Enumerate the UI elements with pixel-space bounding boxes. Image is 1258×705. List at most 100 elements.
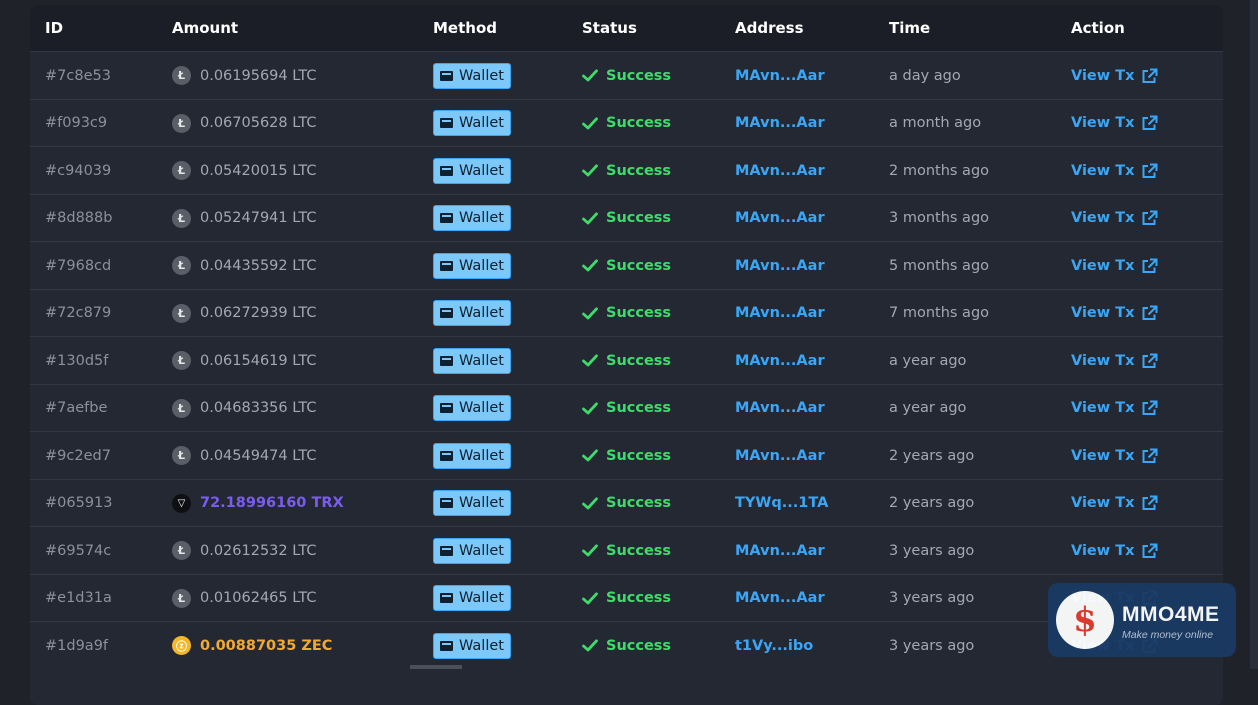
method-label: Wallet [459, 447, 504, 464]
header-method: Method [433, 19, 497, 37]
view-tx-link[interactable]: View Tx [1071, 527, 1158, 574]
view-tx-link[interactable]: View Tx [1071, 147, 1158, 194]
view-tx-link[interactable]: View Tx [1071, 195, 1158, 242]
view-tx-label: View Tx [1071, 257, 1135, 274]
check-icon [582, 354, 598, 367]
wallet-icon [440, 355, 453, 366]
external-link-icon [1141, 543, 1158, 559]
wallet-icon [440, 403, 453, 413]
row-status: Success [582, 242, 671, 289]
external-link-icon [1141, 115, 1158, 131]
method-label: Wallet [459, 590, 504, 606]
status-label: Success [606, 447, 672, 464]
method-badge: Wallet [433, 537, 511, 564]
row-amount: Ł 0.06154619 LTC [172, 337, 316, 384]
external-link-icon [1141, 163, 1158, 179]
row-address-link[interactable]: MAvn...Aar [735, 385, 825, 432]
row-address-link[interactable]: MAvn...Aar [735, 290, 825, 337]
litecoin-icon: Ł [172, 161, 191, 180]
status-label: Success [606, 495, 672, 511]
wallet-icon [440, 70, 453, 81]
table-row: #7c8e53 Ł 0.06195694 LTC Wallet Success MAvn.… [30, 51, 1223, 99]
row-status: Success [582, 432, 671, 479]
header-status: Status [582, 19, 637, 37]
header-action: Action [1071, 19, 1125, 37]
method-badge: Wallet [433, 347, 511, 374]
amount-value: 0.04549474 LTC [200, 447, 317, 464]
wallet-icon [440, 260, 453, 271]
view-tx-link[interactable]: View Tx [1071, 290, 1158, 337]
row-address-link[interactable]: TYWq...1TA [735, 480, 828, 527]
row-address-link[interactable]: MAvn...Aar [735, 147, 825, 194]
view-tx-link[interactable]: View Tx [1071, 52, 1158, 99]
table-row: #c94039 Ł 0.05420015 LTC Wallet Success MAvn.… [30, 146, 1223, 194]
view-tx-link[interactable]: View Tx [1071, 432, 1158, 479]
check-icon [582, 401, 598, 415]
row-address-link[interactable]: MAvn...Aar [735, 52, 825, 99]
row-id: #7c8e53 [45, 67, 111, 84]
row-status: Success [582, 337, 671, 384]
row-address-link[interactable]: MAvn...Aar [735, 100, 825, 147]
wallet-icon [440, 593, 453, 603]
row-id: #7968cd [45, 257, 112, 274]
view-tx-label: View Tx [1071, 305, 1135, 321]
row-id: #e1d31a [45, 590, 112, 606]
litecoin-icon: Ł [172, 351, 191, 370]
row-method: Wallet [433, 100, 511, 147]
row-status: Success [582, 147, 671, 194]
amount-value: 0.05420015 LTC [200, 162, 317, 179]
view-tx-label: View Tx [1071, 210, 1135, 226]
table-row: #065913 ▽ 72.18996160 TRX Wallet Success TYWq… [30, 478, 1223, 527]
row-status: Success [582, 480, 671, 527]
external-link-icon [1141, 495, 1158, 511]
row-id: #065913 [45, 495, 113, 511]
row-address-link[interactable]: MAvn...Aar [735, 527, 825, 574]
mmo4me-watermark: $ MMO4ME Make money online [1048, 583, 1236, 657]
method-label: Wallet [459, 210, 504, 226]
table-header: ID Amount Method Status Address Time Act… [30, 5, 1223, 51]
check-icon [582, 116, 598, 130]
amount-value: 0.06154619 LTC [200, 352, 317, 369]
row-address-link[interactable]: MAvn...Aar [735, 432, 825, 479]
method-badge: Wallet [433, 110, 511, 136]
view-tx-link[interactable]: View Tx [1071, 242, 1158, 289]
row-amount: Ł 0.06272939 LTC [172, 290, 316, 337]
method-label: Wallet [459, 495, 504, 511]
litecoin-icon: Ł [172, 446, 191, 465]
row-status: Success [582, 527, 671, 574]
row-method: Wallet [433, 290, 511, 337]
status-label: Success [606, 352, 672, 369]
view-tx-link[interactable]: View Tx [1071, 480, 1158, 527]
amount-value: 0.06705628 LTC [200, 115, 317, 131]
row-amount: Ł 0.04683356 LTC [172, 385, 316, 432]
row-time: 2 years ago [889, 495, 975, 511]
row-address-link[interactable]: MAvn...Aar [735, 575, 825, 622]
row-address-link[interactable]: MAvn...Aar [735, 242, 825, 289]
view-tx-label: View Tx [1071, 352, 1135, 369]
table-row: #130d5f Ł 0.06154619 LTC Wallet Success MAvn.… [30, 336, 1223, 384]
row-time: a year ago [889, 352, 967, 369]
wallet-icon [440, 165, 453, 176]
external-link-icon [1141, 258, 1158, 274]
method-label: Wallet [459, 257, 504, 274]
row-id: #8d888b [45, 210, 113, 226]
method-badge: Wallet [433, 252, 511, 279]
scrollbar-thumb[interactable] [410, 665, 462, 669]
dollar-logo-icon: $ [1056, 591, 1114, 649]
litecoin-icon: Ł [172, 588, 191, 608]
view-tx-link[interactable]: View Tx [1071, 100, 1158, 147]
amount-value: 0.04435592 LTC [200, 257, 317, 274]
external-link-icon [1141, 305, 1158, 321]
view-tx-link[interactable]: View Tx [1071, 385, 1158, 432]
row-time: 3 years ago [889, 542, 975, 559]
row-address-link[interactable]: MAvn...Aar [735, 337, 825, 384]
row-address-link[interactable]: MAvn...Aar [735, 195, 825, 242]
row-address-link[interactable]: t1Vy...ibo [735, 622, 813, 669]
method-badge: Wallet [433, 490, 511, 516]
row-method: Wallet [433, 242, 511, 289]
row-method: Wallet [433, 575, 511, 622]
amount-value: 72.18996160 TRX [200, 495, 344, 511]
status-label: Success [606, 637, 672, 654]
status-label: Success [606, 400, 672, 416]
view-tx-link[interactable]: View Tx [1071, 337, 1158, 384]
